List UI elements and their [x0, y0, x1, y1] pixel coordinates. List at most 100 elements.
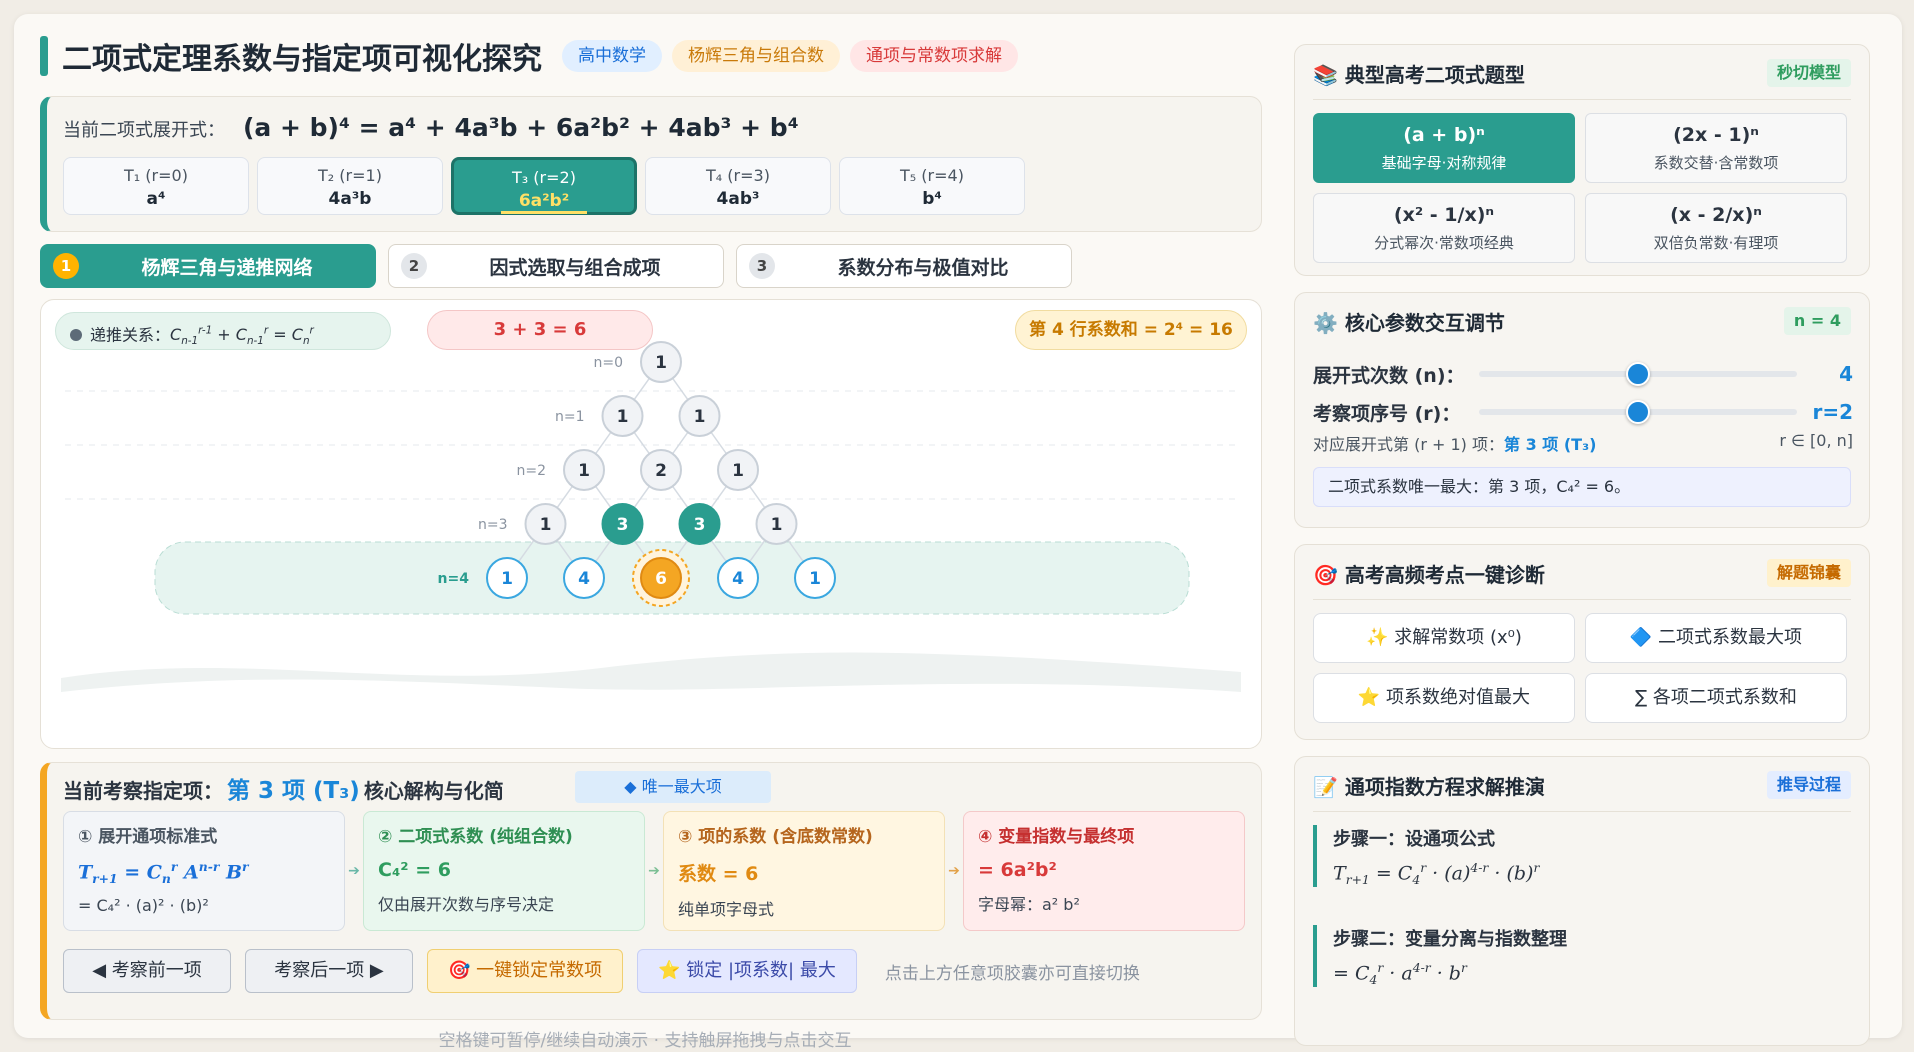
box-heading: ③ 项的系数 (含底数常数): [678, 827, 873, 847]
node-value: 1: [809, 569, 821, 589]
expansion-label: 当前二项式展开式：: [63, 120, 225, 141]
expansion-formula: (a + b)⁴ = a⁴ + 4a³b + 6a²b² + 4ab³ + b⁴: [243, 113, 799, 142]
footer-hint: 空格键可暂停/继续自动演示 · 支持触屏拖拽与点击交互: [438, 1031, 852, 1051]
box-main: 系数 = 6: [678, 863, 759, 885]
max-coefficient-info: 二项式系数唯一最大：第 3 项，C₄² = 6。: [1313, 467, 1851, 507]
node-value: 1: [655, 353, 667, 373]
constant-term-button[interactable]: ✨ 求解常数项 (x⁰): [1313, 613, 1575, 663]
lock-max-coefficient-button[interactable]: ⭐ 锁定 |项系数| 最大: [637, 949, 857, 993]
n-slider-row: 展开式次数 (n)： 4: [1313, 359, 1853, 389]
divider: [1313, 599, 1851, 600]
question-2x-minus-1[interactable]: (2x - 1)ⁿ 系数交替·含常数项: [1585, 113, 1847, 183]
step-label: 杨辉三角与递推网络: [141, 256, 313, 279]
final-term-box: ④ 变量指数与最终项 = 6a²b² 字母幂：a² b²: [963, 811, 1245, 931]
step-number: 2: [401, 253, 427, 279]
arrow-right-icon: ➔: [948, 863, 960, 879]
analysis-actions: ◀ 考察前一项 考察后一项 ▶ 🎯 一键锁定常数项 ⭐ 锁定 |项系数| 最大 …: [63, 949, 1140, 993]
step-title: 步骤二：变量分离与指数整理: [1333, 929, 1567, 950]
box-sub: 字母幂：a² b²: [978, 895, 1080, 914]
node-value: 1: [578, 461, 590, 481]
n-value-tag: n = 4: [1783, 307, 1851, 335]
row-label: n=3: [478, 517, 508, 533]
term-capsule-t1[interactable]: T₁ (r=0) a⁴: [63, 157, 249, 215]
node-value: 1: [501, 569, 513, 589]
question-x-minus-2-over-x[interactable]: (x - 2/x)ⁿ 双倍负常数·有理项: [1585, 193, 1847, 263]
divider: [1313, 811, 1851, 812]
term-capsule-t4[interactable]: T₄ (r=3) 4ab³: [645, 157, 831, 215]
term-name: T₃ (r=2): [512, 168, 576, 187]
pascal-triangle-diagram: n=0 1 n=1 1 1 n=2 1 2 1 n=3 1 3 3 1 n=4 1 4 6 4 1: [61, 341, 1241, 692]
next-term-button[interactable]: 考察后一项 ▶: [245, 949, 413, 993]
question-desc: 基础字母·对称规律: [1381, 154, 1507, 172]
question-a-plus-b[interactable]: (a + b)ⁿ 基础字母·对称规律: [1313, 113, 1575, 183]
term-capsules: T₁ (r=0) a⁴ T₂ (r=1) 4a³b T₃ (r=2) 6a²b² T₄…: [63, 157, 1025, 215]
corresponding-prefix: 对应展开式第 (r + 1) 项：: [1313, 435, 1504, 454]
card-title: 🎯 高考高频考点一键诊断: [1313, 563, 1545, 587]
row-sum-pill: 第 4 行系数和 = 2⁴ = 16: [1015, 310, 1247, 350]
lock-constant-term-button[interactable]: 🎯 一键锁定常数项: [427, 949, 624, 993]
tab-pascal-triangle[interactable]: 1 杨辉三角与递推网络: [40, 244, 376, 288]
term-name: T₁ (r=0): [124, 166, 188, 185]
term-value: 4ab³: [716, 189, 760, 209]
step-label: 系数分布与极值对比: [837, 256, 1009, 279]
n-slider-value: 4: [1839, 362, 1853, 386]
max-binomial-term-button[interactable]: 🔷 二项式系数最大项: [1585, 613, 1847, 663]
tag-pascal-triangle: 杨辉三角与组合数: [672, 40, 840, 72]
question-expr: (x² - 1/x)ⁿ: [1393, 204, 1495, 226]
r-slider-label: 考察项序号 (r)：: [1313, 402, 1461, 425]
analysis-title: 当前考察指定项： 第 3 项 (T₃) 核心解构与化简: [63, 771, 504, 805]
step-tabs: 1 杨辉三角与递推网络 2 因式选取与组合成项 3 系数分布与极值对比: [40, 244, 1072, 288]
question-grid: (a + b)ⁿ 基础字母·对称规律 (2x - 1)ⁿ 系数交替·含常数项 (x²…: [1313, 113, 1847, 263]
wave-decoration: [61, 652, 1241, 692]
coefficient-sum-button[interactable]: ∑ 各项二项式系数和: [1585, 673, 1847, 723]
derivation-card: 📝 通项指数方程求解推演 推导过程 步骤一：设通项公式 Tr+1 = C4r ·…: [1294, 756, 1870, 1046]
page-title: 二项式定理系数与指定项可视化探究: [62, 42, 542, 77]
n-slider-handle[interactable]: [1626, 362, 1650, 386]
tab-coefficient-distribution[interactable]: 3 系数分布与极值对比: [736, 244, 1072, 288]
node-value: 4: [732, 569, 744, 589]
question-x2-minus-1-over-x[interactable]: (x² - 1/x)ⁿ 分式幂次·常数项经典: [1313, 193, 1575, 263]
row-label: n=0: [593, 355, 623, 371]
box-sub: 纯单项字母式: [678, 900, 775, 919]
term-capsule-t3[interactable]: T₃ (r=2) 6a²b²: [451, 157, 637, 215]
card-title: 📝 通项指数方程求解推演: [1313, 775, 1545, 799]
node-value: 1: [617, 407, 629, 427]
step-label: 因式选取与组合成项: [489, 256, 661, 279]
expansion-header: 当前二项式展开式： (a + b)⁴ = a⁴ + 4a³b + 6a²b² +…: [63, 113, 799, 142]
corresponding-term: 对应展开式第 (r + 1) 项：第 3 项 (T₃) r ∈ [0, n]: [1313, 431, 1853, 455]
tab-factor-selection[interactable]: 2 因式选取与组合成项: [388, 244, 724, 288]
term-capsule-t2[interactable]: T₂ (r=1) 4a³b: [257, 157, 443, 215]
analysis-title-prefix: 当前考察指定项：: [63, 779, 223, 803]
unique-max-badge: ◆ 唯一最大项: [575, 771, 771, 803]
node-value: 1: [694, 407, 706, 427]
step-2-formula: = C4r · a4-r · br: [1333, 961, 1467, 988]
analysis-title-suffix: 核心解构与化简: [363, 779, 504, 803]
max-abs-coefficient-button[interactable]: ⭐ 项系数绝对值最大: [1313, 673, 1575, 723]
derivation-step-1: 步骤一：设通项公式 Tr+1 = C4r · (a)4-r · (b)r: [1313, 825, 1853, 888]
card-title: ⚙️ 核心参数交互调节: [1313, 311, 1505, 335]
r-slider-row: 考察项序号 (r)： r=2: [1313, 397, 1853, 427]
params-card: ⚙️ 核心参数交互调节 n = 4 展开式次数 (n)： 4 考察项序号 (r)…: [1294, 292, 1870, 528]
r-slider-handle[interactable]: [1626, 400, 1650, 424]
question-expr: (2x - 1)ⁿ: [1673, 124, 1759, 146]
question-expr: (x - 2/x)ⁿ: [1670, 204, 1762, 226]
question-desc: 分式幂次·常数项经典: [1374, 234, 1514, 252]
derivation-step-2: 步骤二：变量分离与指数整理 = C4r · a4-r · br: [1313, 925, 1853, 988]
node-value: 1: [540, 515, 552, 535]
question-desc: 系数交替·含常数项: [1653, 154, 1779, 172]
term-capsule-t5[interactable]: T₅ (r=4) b⁴: [839, 157, 1025, 215]
general-term-box: ① 展开通项标准式 Tr+1 = Cnr An-r Br = C₄² · (a)…: [63, 811, 345, 931]
question-desc: 双倍负常数·有理项: [1653, 234, 1779, 252]
r-range: r ∈ [0, n]: [1779, 431, 1853, 450]
analysis-title-term: 第 3 项 (T₃): [227, 778, 360, 804]
sidebar: 📚 典型高考二项式题型 秒切模型 (a + b)ⁿ 基础字母·对称规律 (2x -…: [1294, 40, 1870, 1046]
r-slider-value: r=2: [1812, 400, 1853, 424]
prev-term-button[interactable]: ◀ 考察前一项: [63, 949, 231, 993]
tag-general-term: 通项与常数项求解: [850, 40, 1018, 72]
r-slider-track[interactable]: [1479, 400, 1797, 424]
node-value: 1: [771, 515, 783, 535]
binomial-coefficient-box: ② 二项式系数 (纯组合数) C₄² = 6 仅由展开次数与序号决定: [363, 811, 645, 931]
term-name: T₂ (r=1): [318, 166, 382, 185]
n-slider-track[interactable]: [1479, 362, 1797, 386]
recurrence-prefix: 递推关系：: [90, 325, 171, 345]
